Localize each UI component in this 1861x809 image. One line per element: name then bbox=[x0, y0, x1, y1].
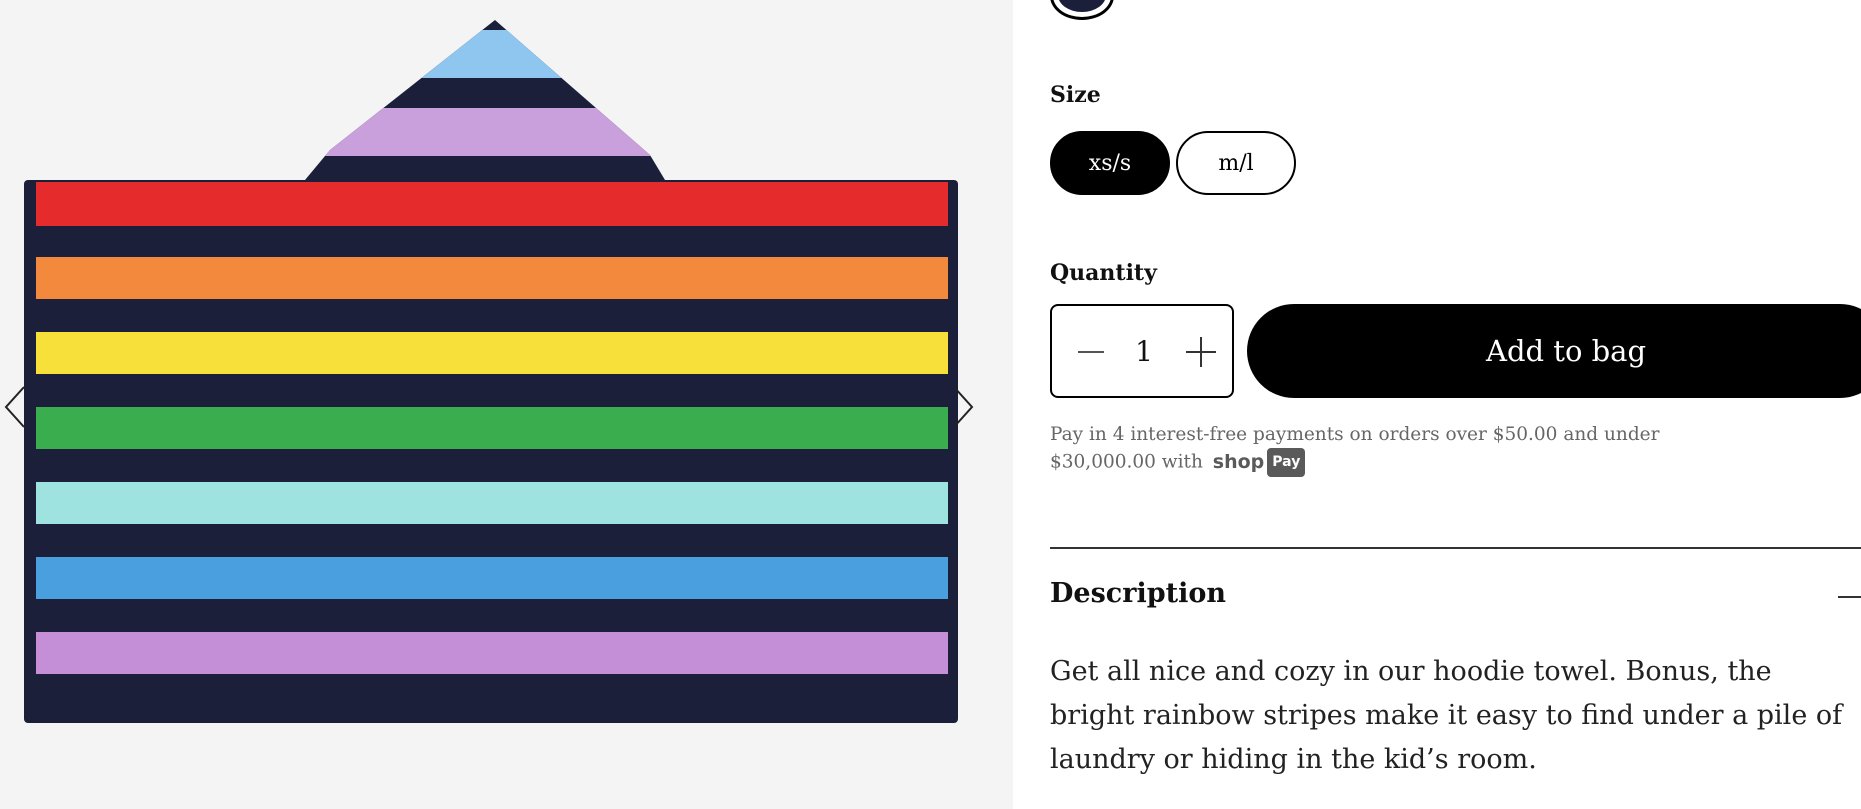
size-option-xs-s[interactable]: xs/s bbox=[1050, 131, 1170, 195]
towel-stripe bbox=[36, 407, 948, 449]
towel-stripe bbox=[36, 632, 948, 674]
color-swatch-selected[interactable] bbox=[1050, 0, 1114, 20]
shop-pay-brand: shop bbox=[1212, 451, 1265, 473]
towel-stripe bbox=[36, 257, 948, 299]
section-divider bbox=[1050, 547, 1861, 549]
towel-stripe bbox=[36, 332, 948, 374]
collapse-icon[interactable] bbox=[1838, 582, 1861, 612]
swatch-stripes bbox=[1058, 0, 1106, 12]
quantity-stepper: 1 bbox=[1050, 304, 1234, 398]
product-image bbox=[24, 20, 958, 723]
shop-pay-logo[interactable]: shop Pay bbox=[1213, 448, 1306, 477]
installment-info: Pay in 4 interest-free payments on order… bbox=[1050, 421, 1690, 477]
towel-stripe bbox=[36, 482, 948, 524]
towel-stripe bbox=[36, 557, 948, 599]
next-image-arrow[interactable] bbox=[948, 385, 978, 429]
quantity-label: Quantity bbox=[1050, 260, 1157, 286]
towel-stripe bbox=[36, 182, 948, 226]
product-gallery bbox=[0, 0, 1013, 809]
previous-image-arrow[interactable] bbox=[0, 385, 30, 429]
increase-quantity-button[interactable] bbox=[1180, 330, 1220, 374]
size-label: Size bbox=[1050, 82, 1101, 108]
size-option-m-l[interactable]: m/l bbox=[1176, 131, 1296, 195]
description-heading[interactable]: Description bbox=[1050, 578, 1226, 609]
quantity-value[interactable]: 1 bbox=[1126, 330, 1162, 374]
shop-pay-badge: Pay bbox=[1267, 448, 1306, 477]
description-body: Get all nice and cozy in our hoodie towe… bbox=[1050, 656, 1843, 775]
decrease-quantity-button[interactable] bbox=[1074, 330, 1114, 374]
installment-text: Pay in 4 interest-free payments on order… bbox=[1050, 424, 1660, 473]
add-to-bag-button[interactable]: Add to bag bbox=[1247, 304, 1861, 398]
